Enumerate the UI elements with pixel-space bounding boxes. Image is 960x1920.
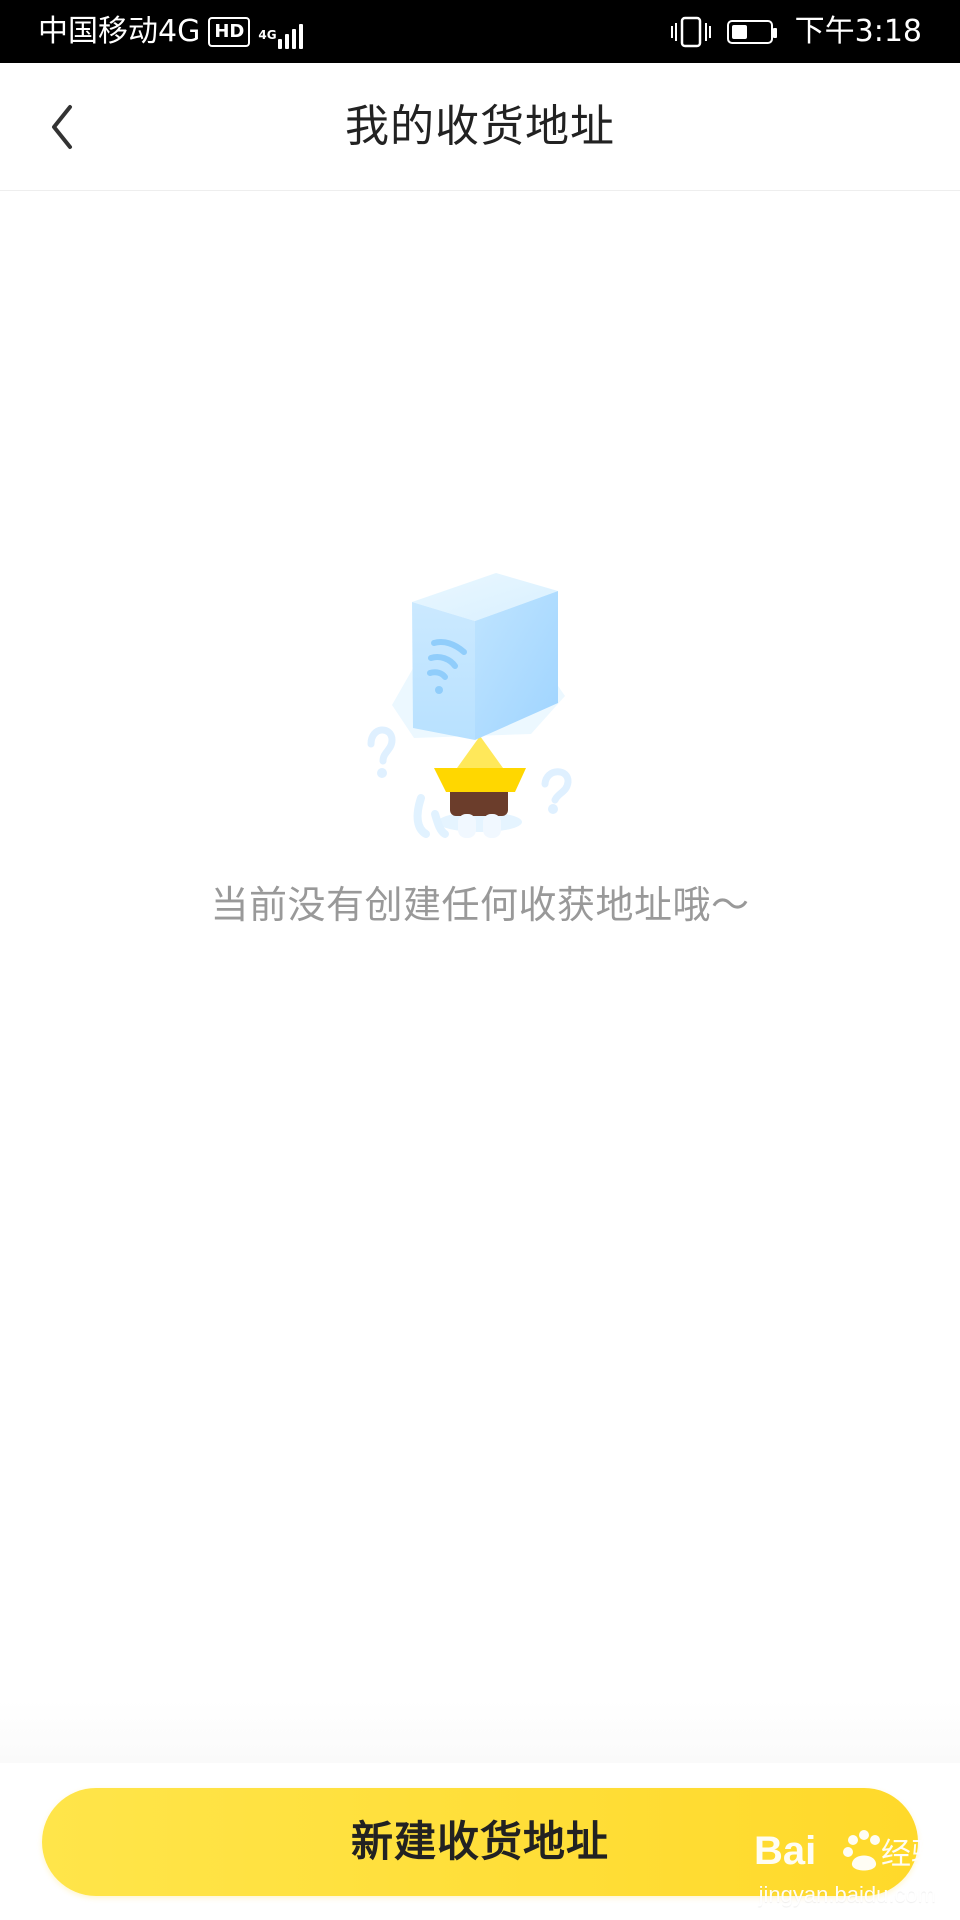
bottom-fade xyxy=(0,1700,960,1764)
top-nav-bar: 我的收货地址 xyxy=(0,63,960,191)
empty-state: 当前没有创建任何收获地址哦～ xyxy=(0,560,960,980)
vibrate-icon xyxy=(670,15,711,49)
status-bar: 中国移动4G HD 4G 下午3:18 xyxy=(0,0,960,63)
new-address-button-label: 新建收货地址 xyxy=(350,1817,609,1866)
empty-box-character-icon xyxy=(367,573,572,838)
page-title: 我的收货地址 xyxy=(345,100,615,152)
signal-strength-icon xyxy=(278,21,304,49)
status-right: 下午3:18 xyxy=(670,0,922,63)
battery-level xyxy=(731,24,747,39)
chevron-left-icon xyxy=(52,105,72,149)
back-button[interactable] xyxy=(34,89,90,165)
hd-badge: HD xyxy=(208,16,251,47)
empty-state-message: 当前没有创建任何收获地址哦～ xyxy=(210,883,750,927)
network-tag: 4G xyxy=(258,27,277,42)
carrier-label: 中国移动4G xyxy=(38,13,201,49)
battery-icon xyxy=(726,19,777,44)
signal-status: 4G xyxy=(258,15,304,49)
new-address-button[interactable]: 新建收货地址 xyxy=(42,1788,918,1896)
status-left: 中国移动4G HD 4G xyxy=(38,0,304,63)
clock: 下午3:18 xyxy=(794,13,922,49)
